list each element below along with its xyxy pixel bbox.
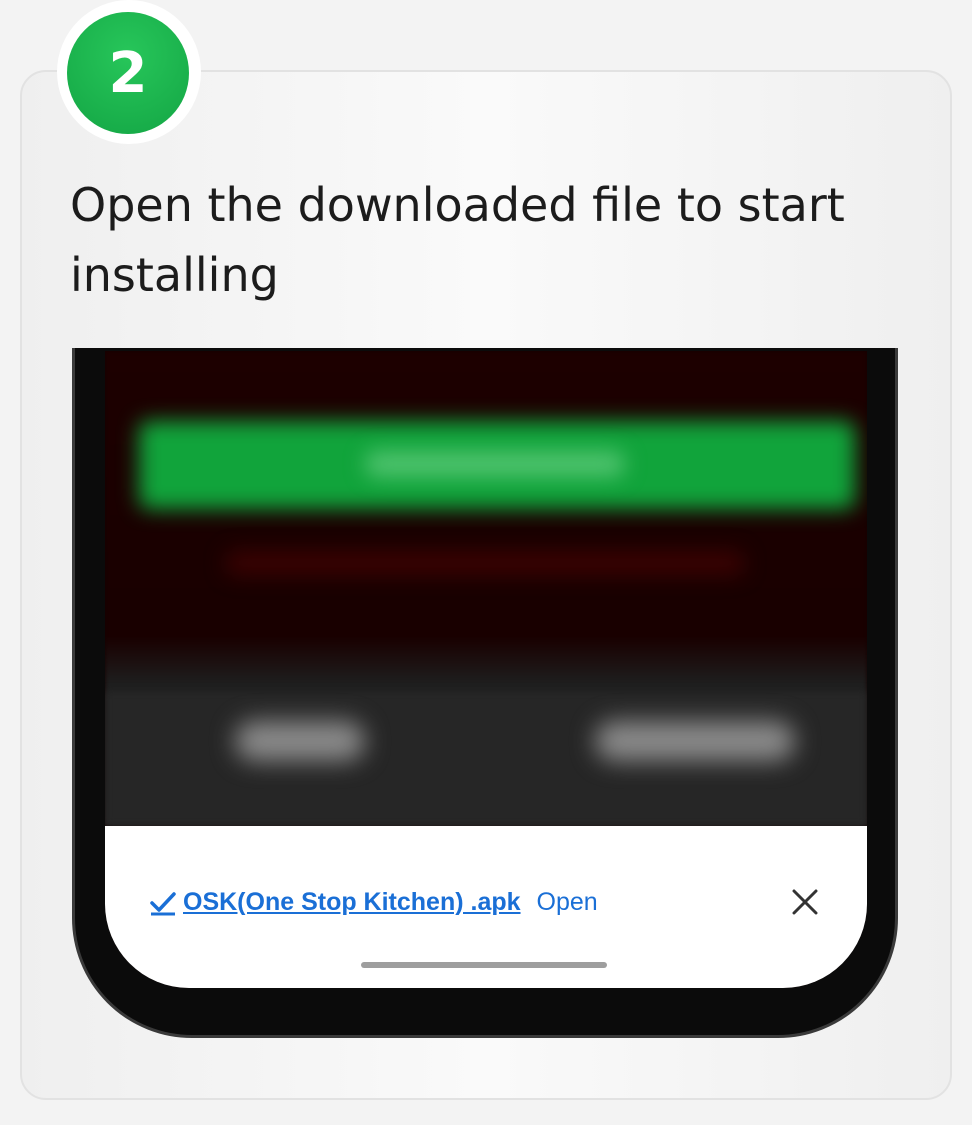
downloaded-file-link[interactable]: OSK(One Stop Kitchen) .apk (183, 888, 521, 917)
check-icon (149, 887, 179, 917)
download-notification-bar: OSK(One Stop Kitchen) .apk Open (105, 826, 867, 988)
download-row: OSK(One Stop Kitchen) .apk Open (149, 884, 829, 920)
step-title: Open the downloaded file to start instal… (70, 178, 845, 302)
blurred-button-label (365, 451, 625, 477)
blurred-caption (225, 551, 745, 575)
open-button[interactable]: Open (537, 888, 598, 917)
close-icon[interactable] (789, 886, 821, 918)
blurred-nav-item (235, 721, 365, 761)
phone-screen: OSK(One Stop Kitchen) .apk Open (105, 351, 867, 988)
step-number-badge: 2 (67, 12, 189, 134)
phone-illustration: OSK(One Stop Kitchen) .apk Open (72, 348, 898, 1040)
phone-frame: OSK(One Stop Kitchen) .apk Open (72, 348, 898, 1038)
blurred-nav-item (595, 721, 795, 761)
home-indicator (361, 962, 607, 968)
